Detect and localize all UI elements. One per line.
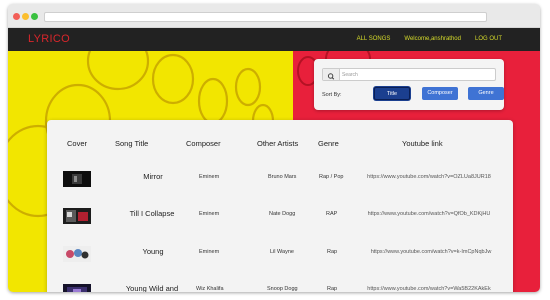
- maximize-window-button[interactable]: [31, 13, 38, 20]
- column-header-song-title: Song Title: [115, 139, 149, 148]
- column-header-youtube-link: Youtube link: [402, 139, 443, 148]
- album-cover-image: [63, 208, 91, 224]
- nav-link-all-songs[interactable]: ALL SONGS: [357, 36, 391, 42]
- youtube-link[interactable]: https://www.youtube.com/watch?v=OZLUa8JU…: [367, 174, 491, 180]
- other-artists: Snoop Dogg: [267, 286, 298, 292]
- nav-links: ALL SONGS Welcome,anshrathod LOG OUT: [357, 36, 502, 42]
- album-cover-image: [63, 284, 91, 292]
- browser-toolbar: [8, 4, 540, 28]
- sort-by-label: Sort By:: [322, 92, 342, 98]
- table-row[interactable]: Mirror Eminem Bruno Mars Rap / Pop https…: [47, 157, 513, 195]
- minimize-window-button[interactable]: [22, 13, 29, 20]
- table-row[interactable]: Till I Collapse Eminem Nate Dogg RAP htt…: [47, 195, 513, 233]
- brand-logo[interactable]: LYRICO: [28, 33, 70, 45]
- other-artists: Lil Wayne: [270, 249, 294, 255]
- search-input[interactable]: [342, 70, 492, 79]
- songs-table: Cover Song Title Composer Other Artists …: [47, 120, 513, 292]
- youtube-link[interactable]: https://www.youtube.com/watch?v=Wa5B22KA…: [367, 286, 491, 292]
- column-header-composer: Composer: [186, 139, 221, 148]
- genre: Rap: [327, 249, 338, 255]
- composer: Wiz Khalifa: [196, 286, 224, 292]
- composer: Eminem: [199, 211, 220, 217]
- composer: Eminem: [199, 249, 220, 255]
- table-row[interactable]: Young Eminem Lil Wayne Rap https://www.y…: [47, 233, 513, 271]
- album-cover-image: [63, 171, 91, 187]
- genre: Rap: [327, 286, 338, 292]
- nav-link-logout[interactable]: LOG OUT: [475, 36, 502, 42]
- song-title[interactable]: Mirror: [113, 172, 193, 181]
- column-header-cover: Cover: [67, 139, 88, 148]
- genre: Rap / Pop: [319, 174, 344, 180]
- navbar: LYRICO ALL SONGS Welcome,anshrathod LOG …: [8, 28, 540, 51]
- other-artists: Nate Dogg: [269, 211, 296, 217]
- search-sort-panel: Sort By: Title Composer Genre: [314, 59, 504, 110]
- sort-composer-button[interactable]: Composer: [422, 87, 458, 100]
- close-window-button[interactable]: [13, 13, 20, 20]
- search-icon: [327, 73, 335, 80]
- sort-title-button[interactable]: Title: [374, 87, 410, 100]
- album-cover-image: [63, 246, 91, 262]
- table-row[interactable]: Young Wild and Wiz Khalifa Snoop Dogg Ra…: [47, 271, 513, 292]
- other-artists: Bruno Mars: [268, 174, 297, 180]
- song-title[interactable]: Young Wild and: [107, 284, 197, 292]
- page: LYRICO ALL SONGS Welcome,anshrathod LOG …: [0, 0, 550, 300]
- youtube-link[interactable]: https://www.youtube.com/watch?v=k-ImCpNq…: [369, 249, 493, 255]
- sort-genre-button[interactable]: Genre: [468, 87, 504, 100]
- search-bar: [322, 68, 496, 81]
- column-header-genre: Genre: [318, 139, 339, 148]
- genre: RAP: [326, 211, 338, 217]
- address-bar[interactable]: [44, 12, 487, 22]
- column-header-other-artists: Other Artists: [257, 139, 299, 148]
- song-title[interactable]: Till I Collapse: [109, 209, 195, 218]
- browser-window: LYRICO ALL SONGS Welcome,anshrathod LOG …: [8, 4, 540, 292]
- youtube-link[interactable]: https://www.youtube.com/watch?v=QfOb_KDK…: [367, 211, 491, 217]
- search-button[interactable]: [323, 69, 340, 80]
- nav-link-welcome-user[interactable]: Welcome,anshrathod: [404, 36, 461, 42]
- song-title[interactable]: Young: [113, 247, 193, 256]
- composer: Eminem: [199, 174, 220, 180]
